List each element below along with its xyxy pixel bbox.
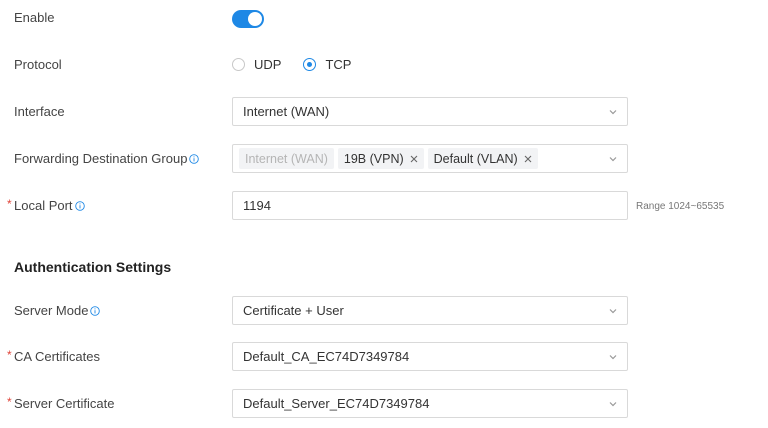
protocol-row: Protocol UDP TCP (0, 57, 768, 75)
udp-radio-label: UDP (254, 57, 282, 72)
required-mark: * (7, 197, 12, 211)
close-icon[interactable] (524, 155, 532, 163)
tag-label: Default (VLAN) (433, 151, 518, 166)
ca-certificates-label-text: CA Certificates (14, 349, 100, 364)
local-port-input[interactable]: 1194 (232, 191, 628, 220)
ca-certificates-row: * CA Certificates Default_CA_EC74D734978… (0, 342, 768, 371)
forwarding-label: Forwarding Destination Group (14, 151, 200, 166)
info-circle-icon[interactable] (189, 153, 200, 164)
info-circle-icon[interactable] (90, 305, 101, 316)
interface-label: Interface (14, 104, 65, 119)
ca-certificates-value: Default_CA_EC74D7349784 (243, 349, 410, 364)
server-mode-value: Certificate + User (243, 303, 344, 318)
required-mark: * (7, 395, 12, 409)
protocol-option-udp[interactable]: UDP (232, 57, 281, 72)
ca-certificates-select[interactable]: Default_CA_EC74D7349784 (232, 342, 628, 371)
local-port-value: 1194 (243, 198, 271, 213)
chevron-down-icon (609, 355, 617, 360)
required-mark: * (7, 348, 12, 362)
chevron-down-icon (609, 309, 617, 314)
local-port-range-hint: Range 1024~65535 (636, 201, 725, 212)
server-certificate-label: * Server Certificate (7, 395, 115, 411)
info-circle-icon[interactable] (74, 200, 85, 211)
tcp-radio-label: TCP (325, 57, 352, 72)
chevron-down-icon (609, 157, 617, 162)
forwarding-row: Forwarding Destination Group Internet (W… (0, 144, 768, 173)
server-mode-select[interactable]: Certificate + User (232, 296, 628, 325)
ca-certificates-label: * CA Certificates (7, 348, 100, 364)
local-port-label: * Local Port (7, 197, 85, 213)
tag-list: Internet (WAN) 19B (VPN) Default (VLAN) (239, 148, 538, 169)
tag-label: Internet (WAN) (245, 151, 328, 166)
close-icon[interactable] (410, 155, 418, 163)
section-title-authentication: Authentication Settings (14, 259, 172, 275)
protocol-radio-group: UDP TCP (232, 57, 373, 72)
toggle-knob (248, 12, 262, 26)
interface-select[interactable]: Internet (WAN) (232, 97, 628, 126)
local-port-row: * Local Port 1194 Range 1024~65535 (0, 191, 768, 220)
server-certificate-row: * Server Certificate Default_Server_EC74… (0, 389, 768, 418)
tag-19b-vpn: 19B (VPN) (337, 148, 424, 169)
local-port-label-text: Local Port (14, 198, 73, 213)
tag-label: 19B (VPN) (343, 151, 404, 166)
udp-radio[interactable] (232, 58, 245, 71)
protocol-label: Protocol (14, 57, 62, 72)
enable-toggle[interactable] (232, 10, 264, 28)
forwarding-label-text: Forwarding Destination Group (14, 151, 188, 166)
enable-label: Enable (14, 10, 55, 25)
enable-row: Enable (0, 10, 768, 30)
server-mode-row: Server Mode Certificate + User (0, 296, 768, 325)
server-certificate-label-text: Server Certificate (14, 396, 115, 411)
server-certificate-select[interactable]: Default_Server_EC74D7349784 (232, 389, 628, 418)
tag-default-vlan: Default (VLAN) (427, 148, 538, 169)
interface-select-value: Internet (WAN) (243, 104, 330, 119)
tag-internet-wan: Internet (WAN) (239, 148, 334, 169)
chevron-down-icon (609, 402, 617, 407)
protocol-option-tcp[interactable]: TCP (303, 57, 351, 72)
tcp-radio[interactable] (303, 58, 317, 71)
server-mode-label: Server Mode (14, 303, 101, 318)
interface-row: Interface Internet (WAN) (0, 97, 768, 126)
forwarding-multiselect[interactable]: Internet (WAN) 19B (VPN) Default (VLAN) (232, 144, 628, 173)
server-certificate-value: Default_Server_EC74D7349784 (243, 396, 430, 411)
vpn-server-form: Enable Protocol UDP TCP Interface Intern… (0, 0, 768, 428)
server-mode-label-text: Server Mode (14, 303, 89, 318)
chevron-down-icon (609, 110, 617, 115)
